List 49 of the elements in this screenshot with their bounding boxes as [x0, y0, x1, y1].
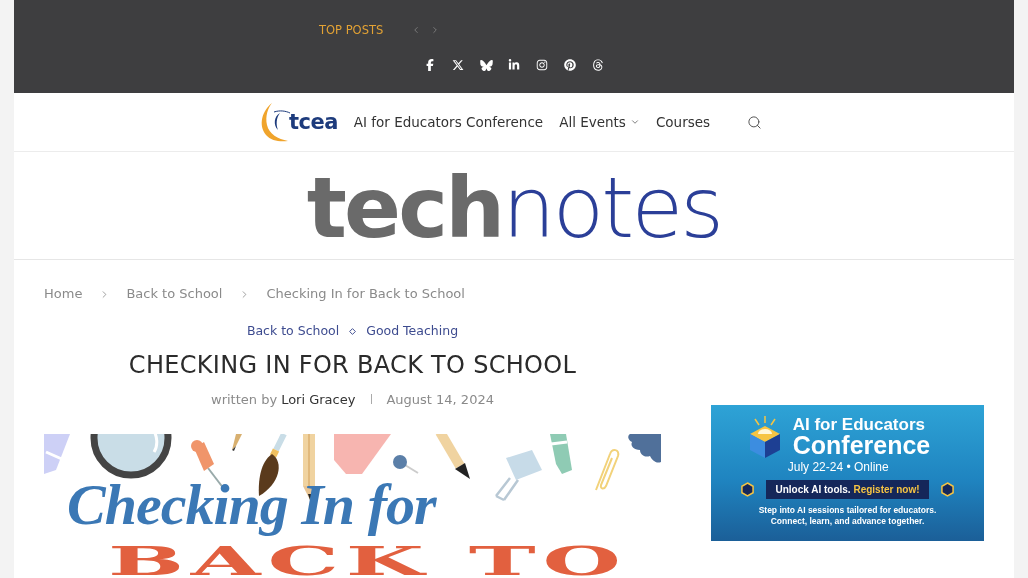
image-headline: Checking In for — [67, 476, 436, 534]
breadcrumb-link[interactable]: Checking In for Back to School — [266, 286, 465, 302]
hexagon-icon — [940, 482, 954, 497]
diamond-separator-icon — [349, 327, 357, 335]
scalloped-shape-drawing — [628, 434, 661, 463]
breadcrumb-link[interactable]: Home — [44, 286, 83, 302]
image-headline: BACK TO — [108, 546, 628, 576]
ad-heading: Conference — [792, 433, 931, 457]
byline-label: written by — [211, 391, 278, 407]
category-link[interactable]: Back to School — [246, 323, 340, 339]
x-logo-icon — [452, 59, 464, 71]
author-link[interactable]: Lori Gracey — [281, 391, 356, 407]
post-date: August 14, 2024 — [386, 391, 494, 407]
ad-heading: AI for Educators — [792, 416, 925, 433]
binder-clip-drawing — [494, 450, 542, 502]
category-link[interactable]: Good Teaching — [366, 323, 459, 339]
nav-link[interactable]: All Events — [559, 114, 640, 130]
pinterest-icon — [564, 59, 576, 71]
butterfly-icon — [479, 59, 493, 71]
cube-icon — [748, 416, 781, 458]
tcea-logo[interactable]: tcea — [257, 101, 338, 143]
ad-tagline: Step into AI sessions tailored for educators. Connect, learn, and advance together. — [757, 505, 938, 526]
paperclip-drawing — [595, 449, 620, 491]
register-button[interactable]: Unlock AI tools. Register now! — [766, 480, 929, 499]
thumbtack-drawing — [393, 455, 419, 474]
pencil-drawing — [435, 434, 470, 479]
social-link[interactable] — [479, 58, 493, 72]
breadcrumb-link[interactable]: Back to School — [126, 286, 223, 302]
search-button[interactable] — [746, 114, 763, 130]
social-link[interactable] — [591, 58, 605, 72]
facebook-icon — [424, 59, 436, 71]
social-link[interactable] — [563, 58, 577, 72]
social-link[interactable] — [507, 58, 521, 72]
nav-link[interactable]: AI for Educators Conference — [353, 114, 544, 130]
search-icon — [746, 114, 762, 130]
ad-banner[interactable]: AI for Educators Conference July 22-24 • Online Unlock AI tools. Register now! Step into AI sessions tailored for educators. Connect, learn, and advance together. — [711, 405, 984, 541]
social-link[interactable] — [451, 58, 465, 72]
folder-drawing — [334, 434, 391, 474]
threads-icon — [592, 59, 604, 71]
social-link[interactable] — [535, 58, 549, 72]
nav-link[interactable]: Courses — [655, 114, 711, 130]
technotes-logo[interactable]: technotes — [306, 165, 722, 250]
top-posts-label: TOP POSTS — [319, 23, 384, 37]
ad-date-text: July 22-24 • Online — [787, 460, 889, 475]
linkedin-icon — [508, 59, 520, 71]
post-title: CHECKING IN FOR BACK TO SCHOOL — [128, 351, 577, 379]
hexagon-icon — [741, 482, 755, 497]
instagram-icon — [536, 59, 548, 71]
pencil-drawing — [232, 434, 242, 451]
